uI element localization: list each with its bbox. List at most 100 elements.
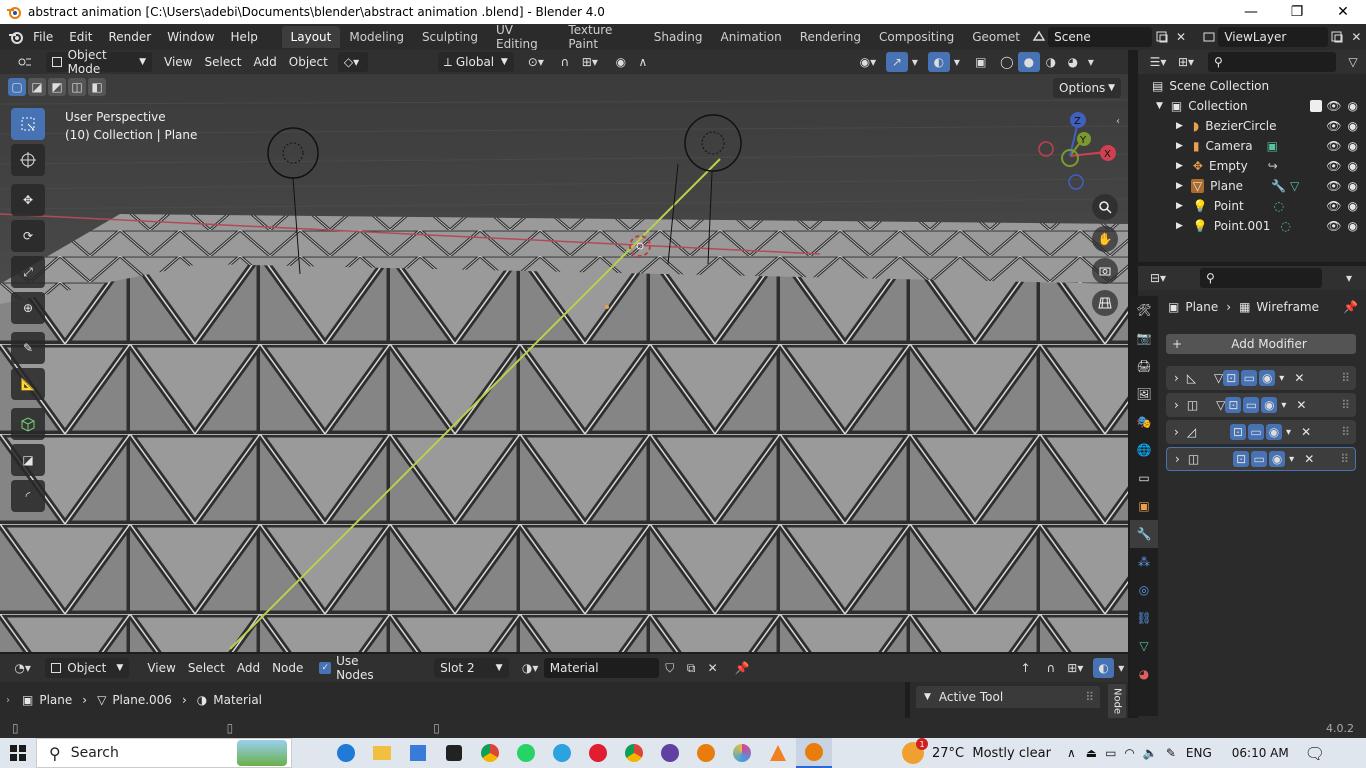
remove-modifier-icon[interactable]: ✕ [1304,452,1314,466]
tab-compositing[interactable]: Compositing [870,26,963,48]
material-name-field[interactable]: Material [543,658,660,678]
navigation-gizmo[interactable]: X Y Z [1034,110,1118,194]
add-modifier-button[interactable]: + Add Modifier [1166,334,1356,354]
world-tab-icon[interactable]: 🌐 [1130,436,1158,464]
wifi-icon[interactable]: ◠ [1124,746,1134,760]
scene-collection-label[interactable]: Scene Collection [1169,79,1269,93]
chevron-down-icon[interactable]: ▾ [1338,268,1360,288]
whatsapp-icon[interactable] [508,738,544,768]
task-view-icon[interactable]: ⧉ [292,738,328,768]
blender-active-taskbar-icon[interactable] [796,738,832,768]
eye-icon[interactable]: 👁 [1326,119,1341,133]
falloff-icon[interactable]: ∧ [632,52,654,72]
chevron-down-icon[interactable]: ▾ [1289,454,1294,465]
chevron-down-icon[interactable]: ▼ [924,692,931,702]
editmode-toggle-icon[interactable]: ▽ [1216,398,1225,412]
expand-chevron-icon[interactable]: ▶ [1176,181,1183,191]
particles-tab-icon[interactable]: ⁂ [1130,548,1158,576]
menu-edit[interactable]: Edit [61,24,100,50]
expand-chevron-icon[interactable]: ▶ [1176,121,1183,131]
vlc-icon[interactable] [760,738,796,768]
remove-viewlayer-icon[interactable]: ✕ [1347,27,1366,47]
filter-icon[interactable]: ▽ [1342,52,1364,72]
3d-viewport[interactable]: ▢ ◪ ◩ ◫ ◧ User Perspective (10) Collecti… [0,74,1128,652]
material-browse-icon[interactable]: ◑▾ [517,658,544,678]
tab-texture-paint[interactable]: Texture Paint [559,23,644,51]
render-toggle-icon[interactable]: ◉ [1266,424,1283,440]
tab-rendering[interactable]: Rendering [791,26,870,48]
parent-node-tree-icon[interactable]: ↑ [1015,658,1036,678]
viewport-toggle-icon[interactable]: ▭ [1251,451,1268,467]
measure-tool-icon[interactable]: 📐 [11,368,45,400]
new-material-icon[interactable]: ⧉ [680,658,701,678]
use-nodes-toggle[interactable]: ✓ Use Nodes [313,654,404,682]
scene-tab-icon[interactable]: 🎭 [1130,408,1158,436]
menu-select[interactable]: Select [182,658,231,678]
mesh-display-icon[interactable]: ◇▾ [337,52,368,72]
xray-toggle-icon[interactable]: ▣ [970,52,992,72]
select-box-tool-icon[interactable] [11,108,45,140]
chrome-icon[interactable] [472,738,508,768]
render-toggle-icon[interactable]: ◉ [1259,370,1276,386]
edge-icon[interactable] [328,738,364,768]
store-icon[interactable] [400,738,436,768]
eye-icon[interactable]: 👁 [1326,219,1341,233]
modifier-tab-icon[interactable]: 🔧 [1130,520,1158,548]
grid-perspective-icon[interactable] [1092,290,1118,316]
cage-toggle-icon[interactable]: ⊡ [1230,424,1247,440]
overlay-toggle-icon[interactable]: ◐ [927,52,950,72]
object-mode-dropdown[interactable]: Object Mode ▼ [46,48,152,76]
close-window-button[interactable]: ✕ [1320,0,1366,24]
modifier-panel[interactable]: › ◿ ⊡ ▭ ◉ ▾ ✕ ⠿ [1166,420,1356,444]
viewport-toggle-icon[interactable]: ▭ [1241,370,1258,386]
rotate-tool-icon[interactable]: ⟳ [11,220,45,252]
zoom-icon[interactable] [1092,194,1118,220]
menu-window[interactable]: Window [159,24,222,50]
eye-icon[interactable]: 👁 [1326,199,1341,213]
shading-rendered-icon[interactable]: ◕ [1062,52,1084,72]
pen-icon[interactable]: ✎ [1166,746,1176,760]
opera-icon[interactable] [580,738,616,768]
chevron-down-icon[interactable]: ▾ [1114,658,1128,678]
menu-object[interactable]: Object [283,52,334,72]
shader-type-dropdown[interactable]: Object ▼ [45,658,130,678]
add-curve-tool-icon[interactable]: ◜ [11,480,45,512]
notifications-icon[interactable]: 🗨 [1305,744,1325,763]
menu-select[interactable]: Select [198,52,247,72]
pivot-point-icon[interactable]: ⊙▾ [522,52,550,72]
expand-chevron-icon[interactable]: ▶ [1176,221,1183,231]
menu-view[interactable]: View [158,52,198,72]
chevron-right-icon[interactable]: › [1175,452,1180,466]
collection-checkbox[interactable] [1310,100,1323,112]
tab-geometry[interactable]: Geomet [963,26,1029,48]
expand-chevron-icon[interactable]: ▶ [1176,141,1183,151]
tab-uv-editing[interactable]: UV Editing [487,23,559,51]
modifier-panel[interactable]: › ◺ ▽ ⊡ ▭ ◉ ▾ ✕ ⠿ [1166,366,1356,390]
move-tool-icon[interactable]: ✥ [11,184,45,216]
camera-render-icon[interactable]: ◉ [1348,119,1358,133]
outliner-item-label[interactable]: Camera [1206,139,1253,153]
snap-icon[interactable]: ∩ [1040,658,1061,678]
output-tab-icon[interactable]: 🖨 [1130,352,1158,380]
add-plane-tool-icon[interactable]: ◪ [11,444,45,476]
camera-render-icon[interactable]: ◉ [1348,99,1358,113]
snap-target-icon[interactable]: ⊞▾ [576,52,604,72]
fake-user-shield-icon[interactable]: ⛉ [659,658,680,678]
options-dropdown[interactable]: Options ▼ [1053,78,1121,98]
eye-icon[interactable]: 👁 [1326,139,1341,153]
constraints-tab-icon[interactable]: ⛓ [1130,604,1158,632]
file-explorer-icon[interactable] [364,738,400,768]
volume-icon[interactable]: 🔈 [1143,746,1158,760]
remove-modifier-icon[interactable]: ✕ [1301,425,1311,439]
blender-taskbar-icon[interactable] [688,738,724,768]
eye-icon[interactable]: 👁 [1326,159,1341,173]
editor-type-icon[interactable] [10,52,40,72]
active-tool-label[interactable]: Active Tool [939,690,1003,704]
cage-toggle-icon[interactable]: ⊡ [1223,370,1240,386]
chevron-down-icon[interactable]: ▾ [1281,400,1286,411]
menu-add[interactable]: Add [248,52,283,72]
drag-handle-icon[interactable]: ⠿ [1341,425,1350,439]
new-viewlayer-icon[interactable] [1328,27,1347,47]
shading-material-icon[interactable]: ◑ [1040,52,1062,72]
add-cube-tool-icon[interactable] [11,408,45,440]
